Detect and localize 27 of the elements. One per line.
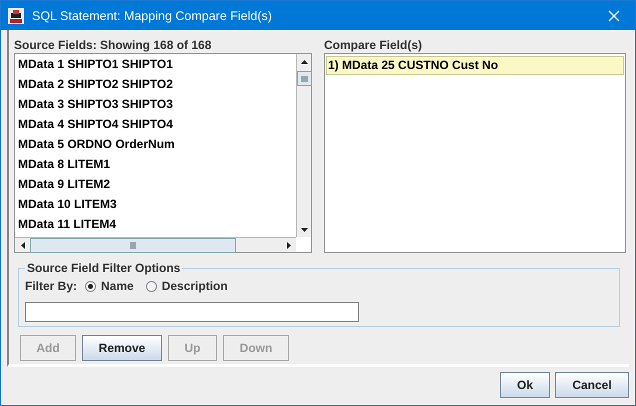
- radio-button[interactable]: Description: [146, 279, 228, 293]
- scroll-thumb[interactable]: [30, 238, 236, 253]
- radio-button[interactable]: Name: [85, 279, 134, 293]
- vertical-scrollbar[interactable]: [296, 54, 311, 237]
- filter-input-field[interactable]: [25, 302, 359, 322]
- app-icon: [8, 8, 24, 24]
- list-label: Compare Field(s): [324, 38, 424, 53]
- list-item[interactable]: 1) MData 25 CUSTNO Cust No: [326, 56, 624, 75]
- close-icon[interactable]: [608, 10, 620, 22]
- list-item[interactable]: MData 8 LITEM1: [15, 155, 296, 175]
- list-item[interactable]: MData 2 SHIPTO2 SHIPTO2: [15, 75, 296, 95]
- list-item[interactable]: MData 1 SHIPTO1 SHIPTO1: [15, 55, 296, 75]
- filter-label: Filter By:: [25, 279, 78, 293]
- list-item[interactable]: MData 9 LITEM2: [15, 175, 296, 195]
- cancel-button[interactable]: Cancel: [555, 372, 629, 398]
- scroll-thumb[interactable]: [297, 71, 312, 86]
- list-item[interactable]: MData 5 ORDNO OrderNum: [15, 135, 296, 155]
- horizontal-scrollbar[interactable]: [15, 237, 296, 252]
- ok-button[interactable]: Ok: [500, 372, 550, 398]
- group-title: Source Field Filter Options: [26, 261, 182, 275]
- list-item[interactable]: MData 4 SHIPTO4 SHIPTO4: [15, 115, 296, 135]
- list-item[interactable]: MData 10 LITEM3: [15, 195, 296, 215]
- list-label: Source Fields: Showing 168 of 168: [14, 38, 212, 53]
- list-item[interactable]: MData 11 LITEM4: [15, 215, 296, 235]
- action-button[interactable]: Remove: [82, 335, 162, 361]
- list-item[interactable]: MData 3 SHIPTO3 SHIPTO3: [15, 95, 296, 115]
- window-title: SQL Statement: Mapping Compare Field(s): [32, 8, 273, 22]
